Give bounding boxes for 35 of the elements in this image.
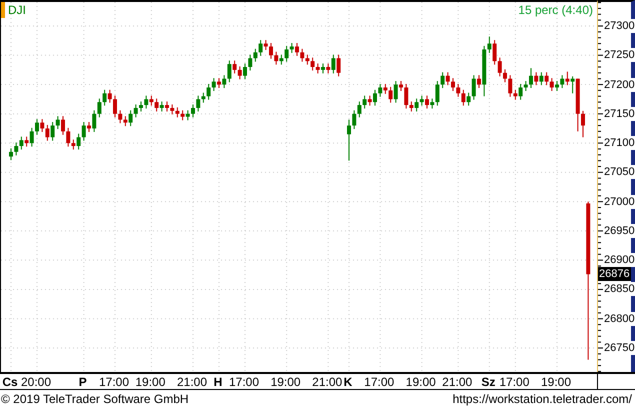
axis-label: 17:00	[228, 375, 260, 389]
last-price-label: 26876	[598, 267, 631, 282]
axis-label: K	[344, 375, 352, 389]
axis-label: 26750	[604, 340, 635, 355]
axis-label: 26950	[604, 224, 635, 238]
axis-label: 17:00	[98, 375, 130, 389]
axis-label: 19:00	[406, 375, 436, 389]
axis-label: 19:00	[135, 375, 166, 389]
axis-label: 27000	[604, 194, 635, 209]
axis-label: 27050	[604, 165, 635, 180]
axis-label: P	[78, 375, 87, 389]
axis-label: 26800	[604, 312, 635, 326]
axis-label: 20:00	[20, 375, 52, 389]
axis-label: 19:00	[540, 375, 572, 389]
interval-label: 15 perc (4:40)	[518, 3, 593, 17]
axis-label: 27150	[604, 106, 635, 121]
symbol-label: DJI	[8, 3, 26, 17]
symbol-marker	[1, 2, 5, 18]
axis-label: 19:00	[270, 375, 301, 389]
axis-label: 26900	[604, 253, 635, 268]
axis-label: 27200	[604, 78, 635, 92]
axis-label: 27100	[604, 136, 635, 150]
axis-label: 27250	[604, 48, 635, 62]
axis-label: 17:00	[364, 375, 394, 389]
copyright-text: © 2019 TeleTrader Software GmbH	[1, 392, 189, 406]
axis-label: Cs	[2, 375, 18, 389]
axis-label: H	[214, 375, 222, 389]
axis-label: 21:00	[442, 375, 472, 389]
axis-label: 21:00	[312, 375, 342, 389]
axis-label: Sz	[481, 375, 496, 389]
axis-label: 21:00	[176, 375, 208, 389]
axis-label: 27300	[604, 19, 635, 33]
website-link[interactable]: https://workstation.teletrader.com/	[452, 392, 632, 406]
axis-label: 26850	[604, 282, 635, 296]
axis-label: 17:00	[499, 375, 530, 389]
